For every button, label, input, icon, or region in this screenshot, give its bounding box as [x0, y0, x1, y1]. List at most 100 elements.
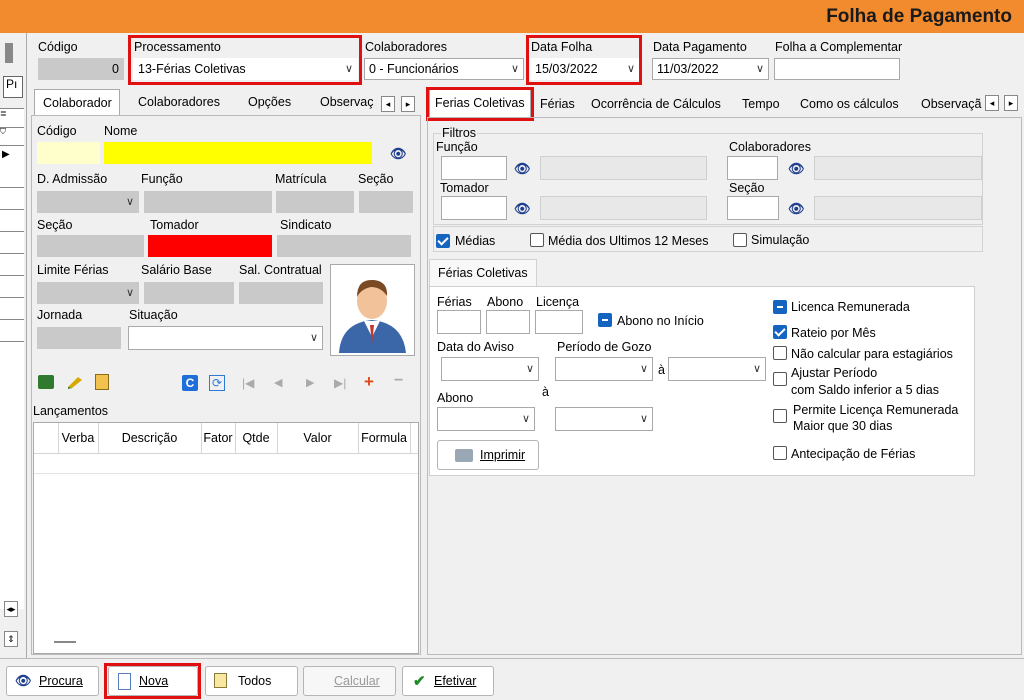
column-valor[interactable]: Valor [277, 423, 359, 453]
tab-scroll-right-icon[interactable]: ▸ [401, 96, 415, 112]
column-fator[interactable]: Fator [201, 423, 236, 453]
binoculars-icon: 👁 [15, 673, 32, 688]
binoculars-icon[interactable]: 👁 [788, 201, 805, 217]
imprimir-button[interactable]: Imprimir [437, 440, 539, 470]
nav-arrows-icon[interactable]: ◂▸ [4, 601, 18, 617]
procura-button[interactable]: 👁 Procura [6, 666, 99, 696]
codigo-colab-label: Código [37, 124, 77, 138]
lancamentos-title: Lançamentos [33, 404, 109, 418]
limite-ferias-field[interactable]: ∨ [37, 282, 139, 304]
table-row[interactable] [34, 453, 418, 474]
abono-inicio-checkbox[interactable] [598, 313, 612, 327]
abono-field[interactable] [486, 310, 530, 334]
add-record-icon[interactable] [38, 375, 54, 389]
folha-complementar-field[interactable] [774, 58, 900, 80]
licenca-remunerada-checkbox[interactable] [773, 300, 787, 314]
first-record-icon[interactable]: |◀ [242, 376, 254, 390]
edit-record-icon[interactable] [66, 375, 84, 389]
periodo-inicio-field[interactable]: ∨ [555, 357, 653, 381]
data-pagamento-label: Data Pagamento [653, 40, 747, 54]
scroll-updown-icon[interactable]: ⇕ [4, 631, 18, 647]
situacao-select[interactable]: ∨ [128, 326, 323, 350]
tab-scroll-left-icon[interactable]: ◂ [985, 95, 999, 111]
cancel-c-icon[interactable]: C [182, 375, 198, 391]
simulacao-checkbox[interactable] [733, 233, 747, 247]
nome-field[interactable] [104, 142, 372, 164]
tab-observacao[interactable]: Observaçã [921, 97, 983, 111]
column-formula[interactable]: Formula [358, 423, 411, 453]
lancamentos-grid[interactable]: Verba Descrição Fator Qtde Valor Formula [33, 422, 419, 654]
medias-label: Médias [455, 234, 496, 248]
funcao-field[interactable] [144, 191, 272, 213]
tab-opcoes[interactable]: Opções [248, 95, 291, 109]
abono-inicio-field[interactable]: ∨ [437, 407, 535, 431]
colaboradores-select[interactable]: 0 - Funcionários ∨ [364, 58, 524, 80]
permite-licenca-checkbox[interactable] [773, 409, 787, 423]
colaboradores-label: Colaboradores [365, 40, 447, 54]
binoculars-icon[interactable]: 👁 [514, 201, 531, 217]
employee-photo[interactable] [330, 264, 415, 356]
periodo-fim-field[interactable]: ∨ [668, 357, 766, 381]
matricula-field[interactable] [276, 191, 354, 213]
plus-icon[interactable]: + [364, 372, 374, 392]
sindicato-field[interactable] [277, 235, 411, 257]
filtro-secao-code[interactable] [727, 196, 779, 220]
rateio-mes-checkbox[interactable] [773, 325, 787, 339]
tab-ocorrencia-calculos[interactable]: Ocorrência de Cálculos [591, 97, 721, 111]
sal-contratual-field[interactable] [239, 282, 323, 304]
filtro-tomador-code[interactable] [441, 196, 507, 220]
medias-checkbox[interactable] [436, 234, 450, 248]
minus-icon[interactable]: − [394, 372, 403, 390]
tab-scroll-right-icon[interactable]: ▸ [1004, 95, 1018, 111]
tab-ferias[interactable]: Férias [540, 97, 575, 111]
jornada-field[interactable] [37, 327, 121, 349]
column-descricao[interactable]: Descrição [98, 423, 202, 453]
data-pagamento-field[interactable]: 11/03/2022 ∨ [652, 58, 769, 80]
sal-contratual-label: Sal. Contratual [239, 263, 322, 277]
chevron-down-icon: ∨ [525, 363, 534, 375]
tomador-label: Tomador [150, 218, 199, 232]
column-verba[interactable]: Verba [58, 423, 99, 453]
codigo-field[interactable]: 0 [38, 58, 124, 80]
nao-calcular-checkbox[interactable] [773, 346, 787, 360]
filtro-colaboradores-code[interactable] [727, 156, 778, 180]
refresh-icon[interactable]: ⟳ [209, 375, 225, 391]
tab-colaboradores[interactable]: Colaboradores [138, 95, 220, 109]
data-aviso-field[interactable]: ∨ [441, 357, 539, 381]
tab-tempo[interactable]: Tempo [742, 97, 780, 111]
antecipacao-checkbox[interactable] [773, 446, 787, 460]
last-record-icon[interactable]: ▶| [334, 376, 346, 390]
tab-scroll-left-icon[interactable]: ◂ [381, 96, 395, 112]
clipboard-icon[interactable] [95, 374, 109, 390]
ajustar-periodo-checkbox[interactable] [773, 372, 787, 386]
column-qtde[interactable]: Qtde [235, 423, 278, 453]
tab-observacoes[interactable]: Observaç [320, 95, 374, 109]
ferias-field[interactable] [437, 310, 481, 334]
strip-tab[interactable]: Pı [3, 76, 23, 98]
abono-fim-field[interactable]: ∨ [555, 407, 653, 431]
licenca-label: Licença [536, 295, 580, 309]
filtro-funcao-code[interactable] [441, 156, 507, 180]
tab-como-calculos[interactable]: Como os cálculos [800, 97, 899, 111]
binoculars-icon[interactable]: 👁 [514, 161, 531, 177]
codigo-colab-field[interactable] [37, 142, 100, 164]
tomador-field[interactable] [148, 235, 272, 257]
medias-ultimos-checkbox[interactable] [530, 233, 544, 247]
secao-field[interactable] [359, 191, 413, 213]
binoculars-icon[interactable]: 👁 [788, 161, 805, 177]
admissao-field[interactable]: ∨ [37, 191, 139, 213]
limite-ferias-label: Limite Férias [37, 263, 109, 277]
binoculars-icon[interactable]: 👁 [390, 146, 407, 162]
tab-colaborador[interactable]: Colaborador [34, 89, 120, 115]
licenca-field[interactable] [535, 310, 583, 334]
secao2-field[interactable] [37, 235, 144, 257]
tab-ferias-coletivas-sub[interactable]: Férias Coletivas [429, 259, 537, 287]
salario-base-field[interactable] [144, 282, 234, 304]
medias-ultimos-label: Média dos Ultimos 12 Meses [548, 234, 709, 248]
todos-button[interactable]: Todos [205, 666, 298, 696]
next-record-icon[interactable]: ▶ [306, 376, 314, 389]
calcular-button[interactable]: Calcular [303, 666, 396, 696]
secao-label: Seção [358, 172, 394, 186]
efetivar-button[interactable]: ✔ Efetivar [402, 666, 494, 696]
prev-record-icon[interactable]: ◀ [274, 376, 282, 389]
